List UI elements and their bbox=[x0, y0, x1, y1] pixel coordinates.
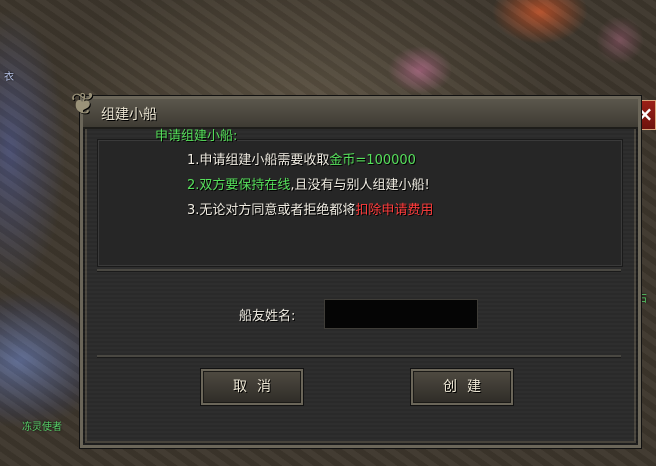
notice-heading: 申请组建小船: bbox=[155, 129, 238, 144]
npc-name-label[interactable]: 冻灵使者 bbox=[22, 418, 62, 433]
crewmate-name-label: 船友姓名: bbox=[239, 309, 296, 324]
divider bbox=[97, 269, 621, 272]
notice-line-3-text: 3.无论对方同意或者拒绝都将 bbox=[187, 203, 356, 218]
create-button[interactable]: 创建 bbox=[411, 369, 513, 405]
notice-line-2: 2.双方要保持在线,且没有与别人组建小船! bbox=[187, 174, 430, 193]
dragon-ornament-icon: ❦ bbox=[70, 87, 96, 122]
notice-line-2-text: ,且没有与别人组建小船! bbox=[290, 178, 430, 193]
crewmate-name-input[interactable] bbox=[324, 299, 478, 329]
notice-line-3: 3.无论对方同意或者拒绝都将扣除申请费用 bbox=[187, 199, 433, 218]
notice-line-1-text: 1.申请组建小船需要收取 bbox=[187, 153, 330, 168]
create-boat-dialog: 组建小船 ❦ 申请组建小船: 1.申请组建小船需要收取金币=100000 2.双… bbox=[70, 87, 641, 448]
notice-line-1: 1.申请组建小船需要收取金币=100000 bbox=[187, 149, 416, 168]
divider bbox=[97, 355, 621, 358]
dialog-title: 组建小船 bbox=[101, 107, 157, 123]
world-text-partial: 衣 bbox=[4, 72, 14, 83]
online-requirement-highlight: 2.双方要保持在线 bbox=[187, 178, 291, 193]
cancel-button[interactable]: 取消 bbox=[201, 369, 303, 405]
fee-deduction-highlight: 扣除申请费用 bbox=[355, 203, 434, 218]
gold-cost-highlight: 金币=100000 bbox=[329, 153, 416, 168]
